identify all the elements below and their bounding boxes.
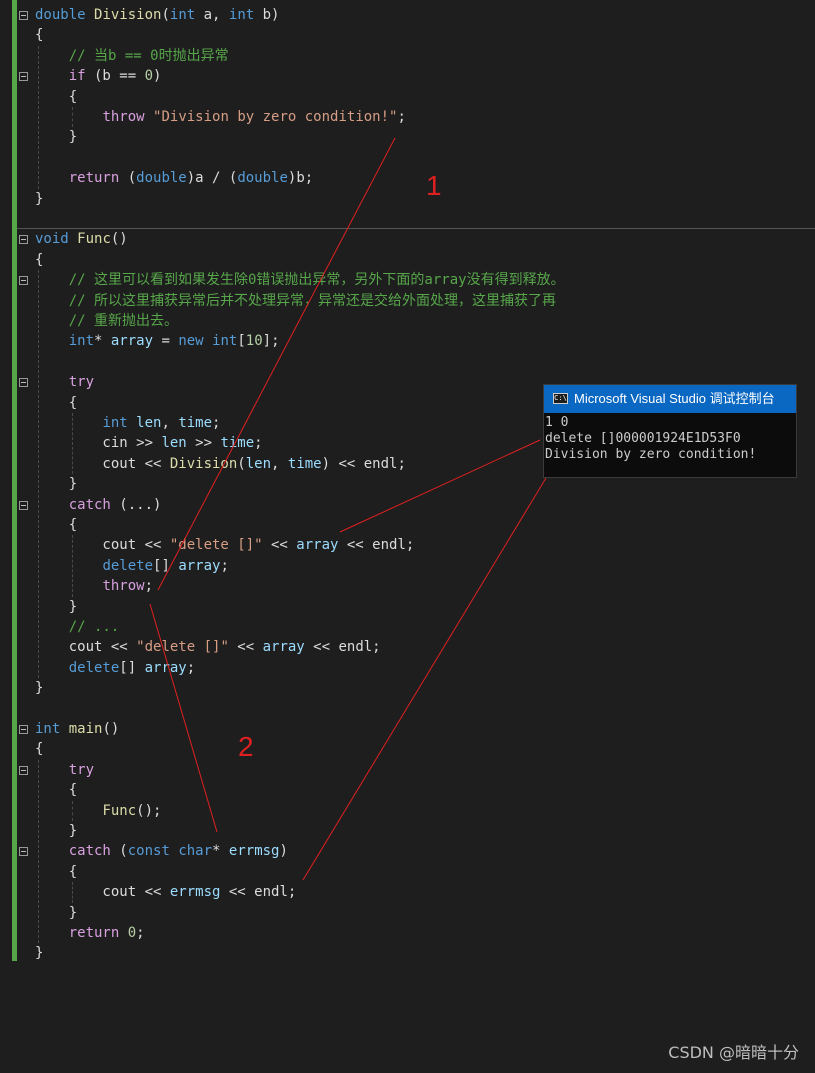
annotation-label-2: 2 (238, 731, 254, 762)
annotation-link-errmsg (302, 477, 547, 881)
annotation-overlay (149, 137, 547, 881)
annotation-label-1: 1 (426, 170, 442, 201)
annotation-arrow-2 (149, 603, 218, 833)
annotation-arrow-1 (157, 137, 396, 591)
watermark: CSDN @暗暗十分 (668, 1043, 799, 1062)
annotation-link-delete (339, 439, 541, 533)
